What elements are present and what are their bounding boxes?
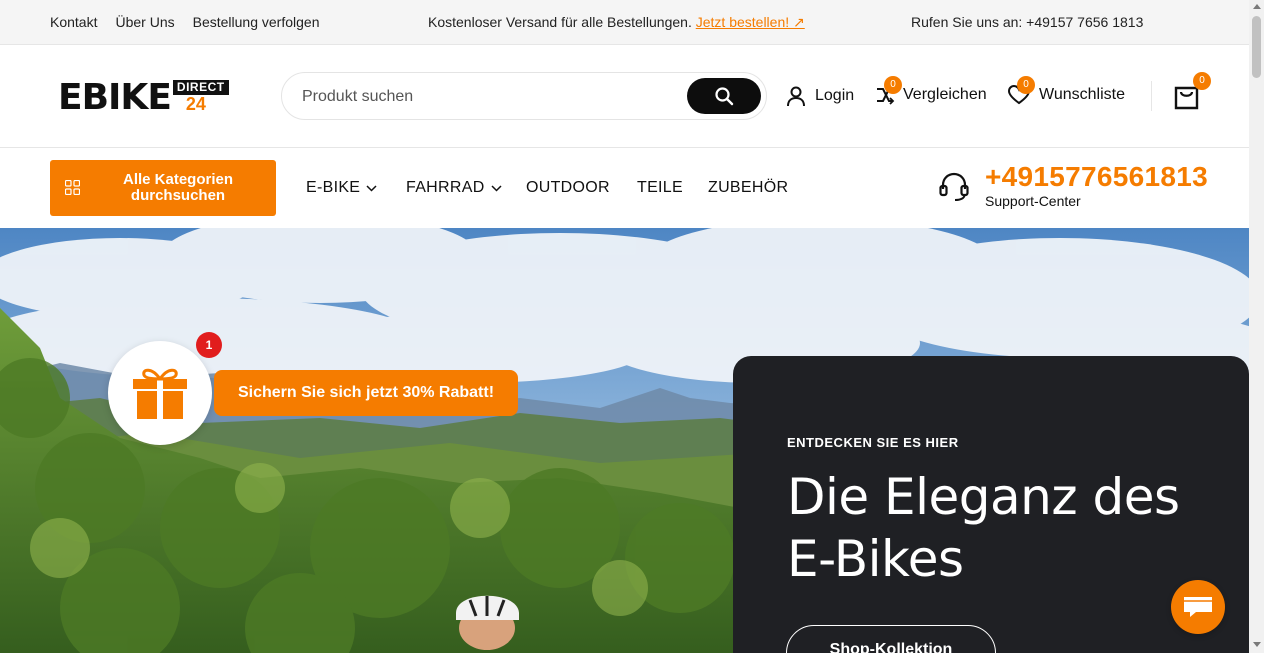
- promo-circle: [108, 341, 212, 445]
- scrollbar-thumb[interactable]: [1252, 16, 1261, 78]
- search-input[interactable]: [302, 85, 682, 109]
- nav-item-label: E-BIKE: [306, 179, 361, 196]
- wishlist-label: Wunschliste: [1039, 86, 1125, 103]
- compare-label: Vergleichen: [903, 86, 987, 103]
- nav-item-outdoor[interactable]: OUTDOOR: [526, 179, 610, 197]
- nav-item-fahrrad[interactable]: FAHRRAD: [406, 179, 502, 197]
- hero-title: Die Eleganz des E-Bikes: [787, 468, 1180, 588]
- user-icon: [787, 86, 805, 107]
- nav-item-label: OUTDOOR: [526, 179, 610, 196]
- nav-item-label: ZUBEHÖR: [708, 179, 789, 196]
- all-categories-label: Alle Kategorien durchsuchen: [122, 171, 234, 204]
- grid-icon: [65, 180, 80, 195]
- nav-item-zubehoer[interactable]: ZUBEHÖR: [708, 179, 788, 197]
- top-bar: Kontakt Über Uns Bestellung verfolgen Ko…: [0, 0, 1249, 45]
- chat-button[interactable]: [1171, 580, 1225, 634]
- chevron-down-icon: [366, 184, 377, 192]
- nav-item-label: TEILE: [637, 179, 683, 196]
- compare-count-badge: 0: [884, 76, 902, 94]
- header: EBIKE DIRECT 24 Login Vergleichen 0: [0, 45, 1249, 148]
- nav-item-label: FAHRRAD: [406, 179, 485, 196]
- logo-main: EBIKE: [58, 77, 172, 118]
- hero-kicker: ENTDECKEN SIE ES HIER: [787, 435, 959, 450]
- about-link[interactable]: Über Uns: [115, 14, 174, 30]
- nav-item-ebike[interactable]: E-BIKE: [306, 179, 377, 197]
- hero-banner: 1 Sichern Sie sich jetzt 30% Rabatt! ENT…: [0, 228, 1249, 653]
- compare-button[interactable]: Vergleichen 0: [875, 76, 987, 105]
- all-categories-button[interactable]: Alle Kategorien durchsuchen: [50, 160, 276, 216]
- login-button[interactable]: Login: [786, 85, 854, 107]
- chevron-down-icon: [491, 184, 502, 192]
- headset-icon: [939, 172, 969, 201]
- login-label: Login: [815, 87, 855, 104]
- order-now-link[interactable]: Jetzt bestellen! ↗: [696, 14, 805, 30]
- promo-notification-badge: 1: [196, 332, 222, 358]
- support-phone[interactable]: +4915776561813: [985, 162, 1208, 192]
- header-divider: [1151, 81, 1152, 111]
- logo-badge: DIRECT 24: [172, 80, 229, 114]
- track-order-link[interactable]: Bestellung verfolgen: [193, 14, 320, 30]
- search-button[interactable]: [687, 78, 761, 114]
- search-icon: [715, 87, 734, 106]
- gift-icon: [133, 368, 187, 419]
- nav-item-teile[interactable]: TEILE: [637, 179, 683, 197]
- promo-text[interactable]: Sichern Sie sich jetzt 30% Rabatt!: [214, 370, 518, 416]
- support-label: Support-Center: [985, 193, 1081, 209]
- shop-collection-button[interactable]: Shop-Kollektion: [786, 625, 996, 653]
- shipping-text: Kostenloser Versand für alle Bestellunge…: [428, 14, 692, 30]
- wishlist-count-badge: 0: [1017, 76, 1035, 94]
- contact-link[interactable]: Kontakt: [50, 14, 97, 30]
- call-us-text: Rufen Sie uns an: +49157 7656 1813: [911, 14, 1144, 30]
- chat-icon: [1184, 597, 1212, 617]
- logo[interactable]: EBIKE DIRECT 24: [58, 80, 229, 116]
- scroll-down-arrow[interactable]: [1253, 642, 1261, 647]
- top-links: Kontakt Über Uns Bestellung verfolgen: [50, 14, 320, 30]
- wishlist-button[interactable]: Wunschliste 0: [1008, 76, 1125, 105]
- main-nav: Alle Kategorien durchsuchen E-BIKE FAHRR…: [0, 148, 1249, 228]
- cart-button[interactable]: 0: [1173, 72, 1211, 110]
- scroll-up-arrow[interactable]: [1253, 4, 1261, 9]
- scrollbar[interactable]: [1249, 0, 1264, 653]
- logo-number: 24: [185, 94, 206, 114]
- logo-badge-text: DIRECT: [172, 80, 229, 95]
- cart-count-badge: 0: [1193, 72, 1211, 90]
- search-bar: [281, 72, 767, 120]
- shipping-notice: Kostenloser Versand für alle Bestellunge…: [428, 14, 805, 31]
